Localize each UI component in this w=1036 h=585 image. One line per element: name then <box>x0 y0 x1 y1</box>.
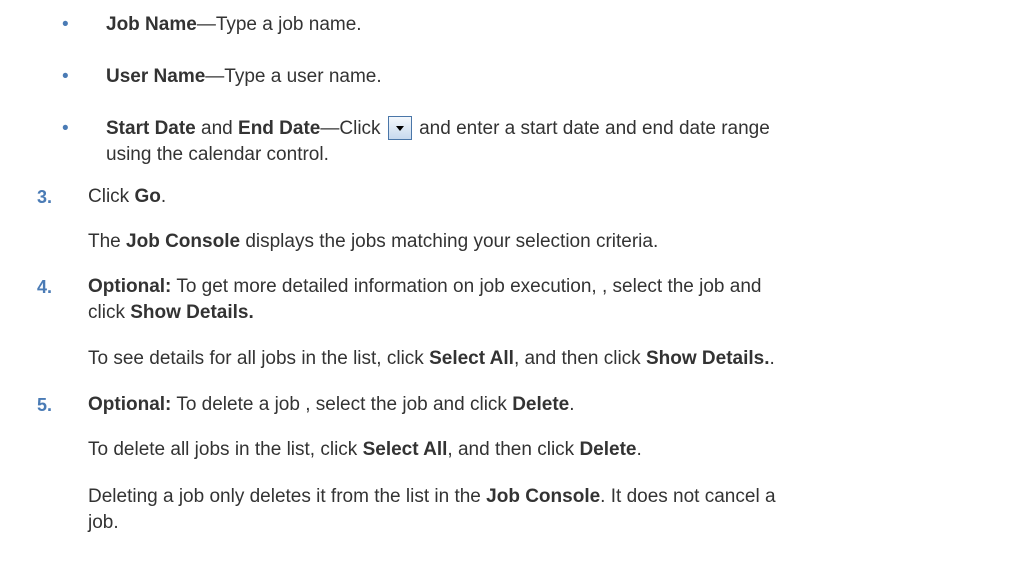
step-text: . <box>160 186 167 207</box>
step-text: . <box>569 394 575 415</box>
step-number: 3. <box>37 187 53 207</box>
step-text: click <box>88 302 131 323</box>
bullet-start-end-date: Start Date and End Date—Click and enter … <box>106 116 770 142</box>
term-job-name: Job Name <box>106 14 197 35</box>
step-number: 5. <box>37 395 53 415</box>
step-4-text: Optional: To get more detailed informati… <box>88 274 761 300</box>
optional-label: Optional: <box>88 276 172 297</box>
step-text: Click <box>88 186 135 207</box>
term-select-all: Select All <box>362 439 448 460</box>
para-text: . It does not cancel a <box>600 486 776 507</box>
para-text: , and then click <box>447 439 580 460</box>
bullet-marker: • <box>62 66 69 87</box>
term-job-console: Job Console <box>126 231 241 252</box>
term-job-console: Job Console <box>486 486 601 507</box>
document-page: • Job Name—Type a job name. • User Name—… <box>0 0 1036 585</box>
para-text: . <box>769 348 775 369</box>
bullet-marker: • <box>62 14 69 35</box>
para-text: , and then click <box>513 348 646 369</box>
step-text: To delete a job , select the job and cli… <box>171 394 513 415</box>
bullet-marker: • <box>62 118 69 139</box>
para-text: Deleting a job only deletes it from the … <box>88 486 487 507</box>
term-show-details: Show Details. <box>130 302 254 323</box>
step-text: To get more detailed information on job … <box>171 276 762 297</box>
step-3-paragraph: The Job Console displays the jobs matchi… <box>88 229 658 255</box>
step-5-paragraph-2: Deleting a job only deletes it from the … <box>88 484 776 510</box>
optional-label: Optional: <box>88 394 172 415</box>
bullet-text: —Type a job name. <box>196 14 362 35</box>
dropdown-calendar-icon <box>387 116 412 140</box>
bullet-line-2: using the calendar control. <box>106 144 329 165</box>
step-5-paragraph-1: To delete all jobs in the list, click Se… <box>88 437 642 463</box>
bullet-text: —Type a user name. <box>205 66 382 87</box>
bullet-text: and <box>195 118 239 139</box>
para-text: To delete all jobs in the list, click <box>88 439 363 460</box>
para-text: displays the jobs matching your selectio… <box>240 231 659 252</box>
term-end-date: End Date <box>238 118 321 139</box>
term-user-name: User Name <box>106 66 206 87</box>
term-start-date: Start Date <box>106 118 196 139</box>
bullet-text: and enter a start date and end date rang… <box>413 118 770 139</box>
step-4-line-2: click Show Details. <box>88 300 254 326</box>
step-5-paragraph-2-line-2: job. <box>88 512 119 533</box>
term-delete: Delete <box>579 439 637 460</box>
step-number: 4. <box>37 277 53 297</box>
step-5-text: Optional: To delete a job , select the j… <box>88 392 575 418</box>
term-go: Go <box>134 186 161 207</box>
bullet-user-name: User Name—Type a user name. <box>106 64 382 90</box>
step-4-paragraph: To see details for all jobs in the list,… <box>88 346 775 372</box>
para-text: To see details for all jobs in the list,… <box>88 348 430 369</box>
para-text: The <box>88 231 127 252</box>
para-text: . <box>636 439 642 460</box>
bullet-job-name: Job Name—Type a job name. <box>106 12 362 38</box>
bullet-text: —Click <box>320 118 386 139</box>
term-select-all: Select All <box>429 348 514 369</box>
step-3-text: Click Go. <box>88 184 166 210</box>
term-delete: Delete <box>512 394 570 415</box>
term-show-details: Show Details. <box>645 348 770 369</box>
